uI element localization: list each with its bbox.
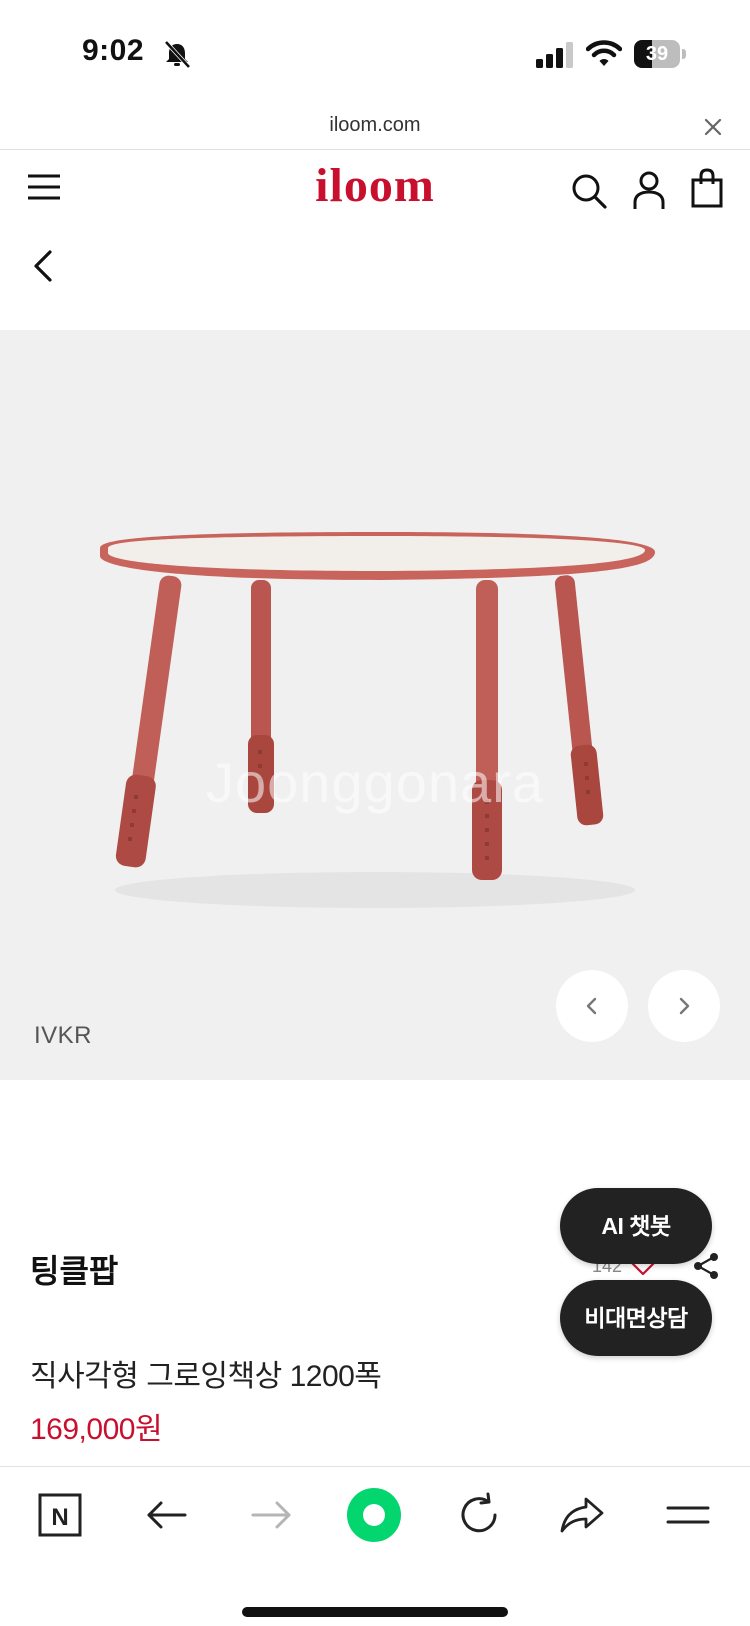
chevron-left-icon — [586, 997, 597, 1015]
battery-level: 39 — [645, 43, 669, 65]
naver-letter: N — [51, 1504, 68, 1531]
home-indicator — [242, 1607, 508, 1617]
color-code-label: IVKR — [34, 1022, 93, 1049]
product-price: 169,000원 — [30, 1413, 163, 1446]
gallery-next-button[interactable] — [648, 970, 720, 1042]
search-icon[interactable] — [570, 172, 608, 210]
product-image-gallery[interactable]: Joonggonara IVKR — [0, 330, 750, 1080]
watermark-text: Joonggonara — [206, 751, 544, 814]
share-arrow-icon[interactable] — [558, 1491, 606, 1539]
online-consultation-button[interactable]: 비대면상담 — [560, 1280, 712, 1356]
naver-home-icon[interactable]: N — [36, 1491, 84, 1539]
cellular-signal-icon — [536, 42, 573, 68]
browser-toolbar: N — [0, 1466, 750, 1626]
green-dot-icon[interactable] — [346, 1487, 402, 1543]
product-image-table — [100, 532, 655, 908]
status-bar: 9:02 39 — [0, 0, 750, 108]
url-text: iloom.com — [329, 114, 421, 136]
forward-arrow-icon[interactable] — [247, 1491, 295, 1539]
bell-muted-icon — [164, 40, 191, 68]
battery-indicator: 39 — [634, 40, 686, 68]
status-time: 9:02 — [82, 34, 145, 67]
chevron-right-icon — [679, 997, 690, 1015]
back-arrow-icon[interactable] — [143, 1491, 191, 1539]
ai-chatbot-button[interactable]: AI 챗봇 — [560, 1188, 712, 1264]
menu-icon[interactable] — [664, 1491, 712, 1539]
shopping-bag-icon[interactable] — [690, 168, 724, 208]
reload-icon[interactable] — [455, 1491, 503, 1539]
gallery-prev-button[interactable] — [556, 970, 628, 1042]
address-bar[interactable]: iloom.com — [0, 108, 750, 150]
close-icon[interactable] — [700, 114, 726, 140]
product-brand[interactable]: 팅클팝 — [30, 1246, 118, 1292]
back-chevron-icon[interactable] — [26, 244, 62, 288]
wifi-icon — [586, 40, 622, 66]
site-header: iloom — [0, 150, 750, 240]
product-title: 직사각형 그로잉책상 1200폭 — [30, 1360, 382, 1393]
user-account-icon[interactable] — [632, 170, 666, 210]
